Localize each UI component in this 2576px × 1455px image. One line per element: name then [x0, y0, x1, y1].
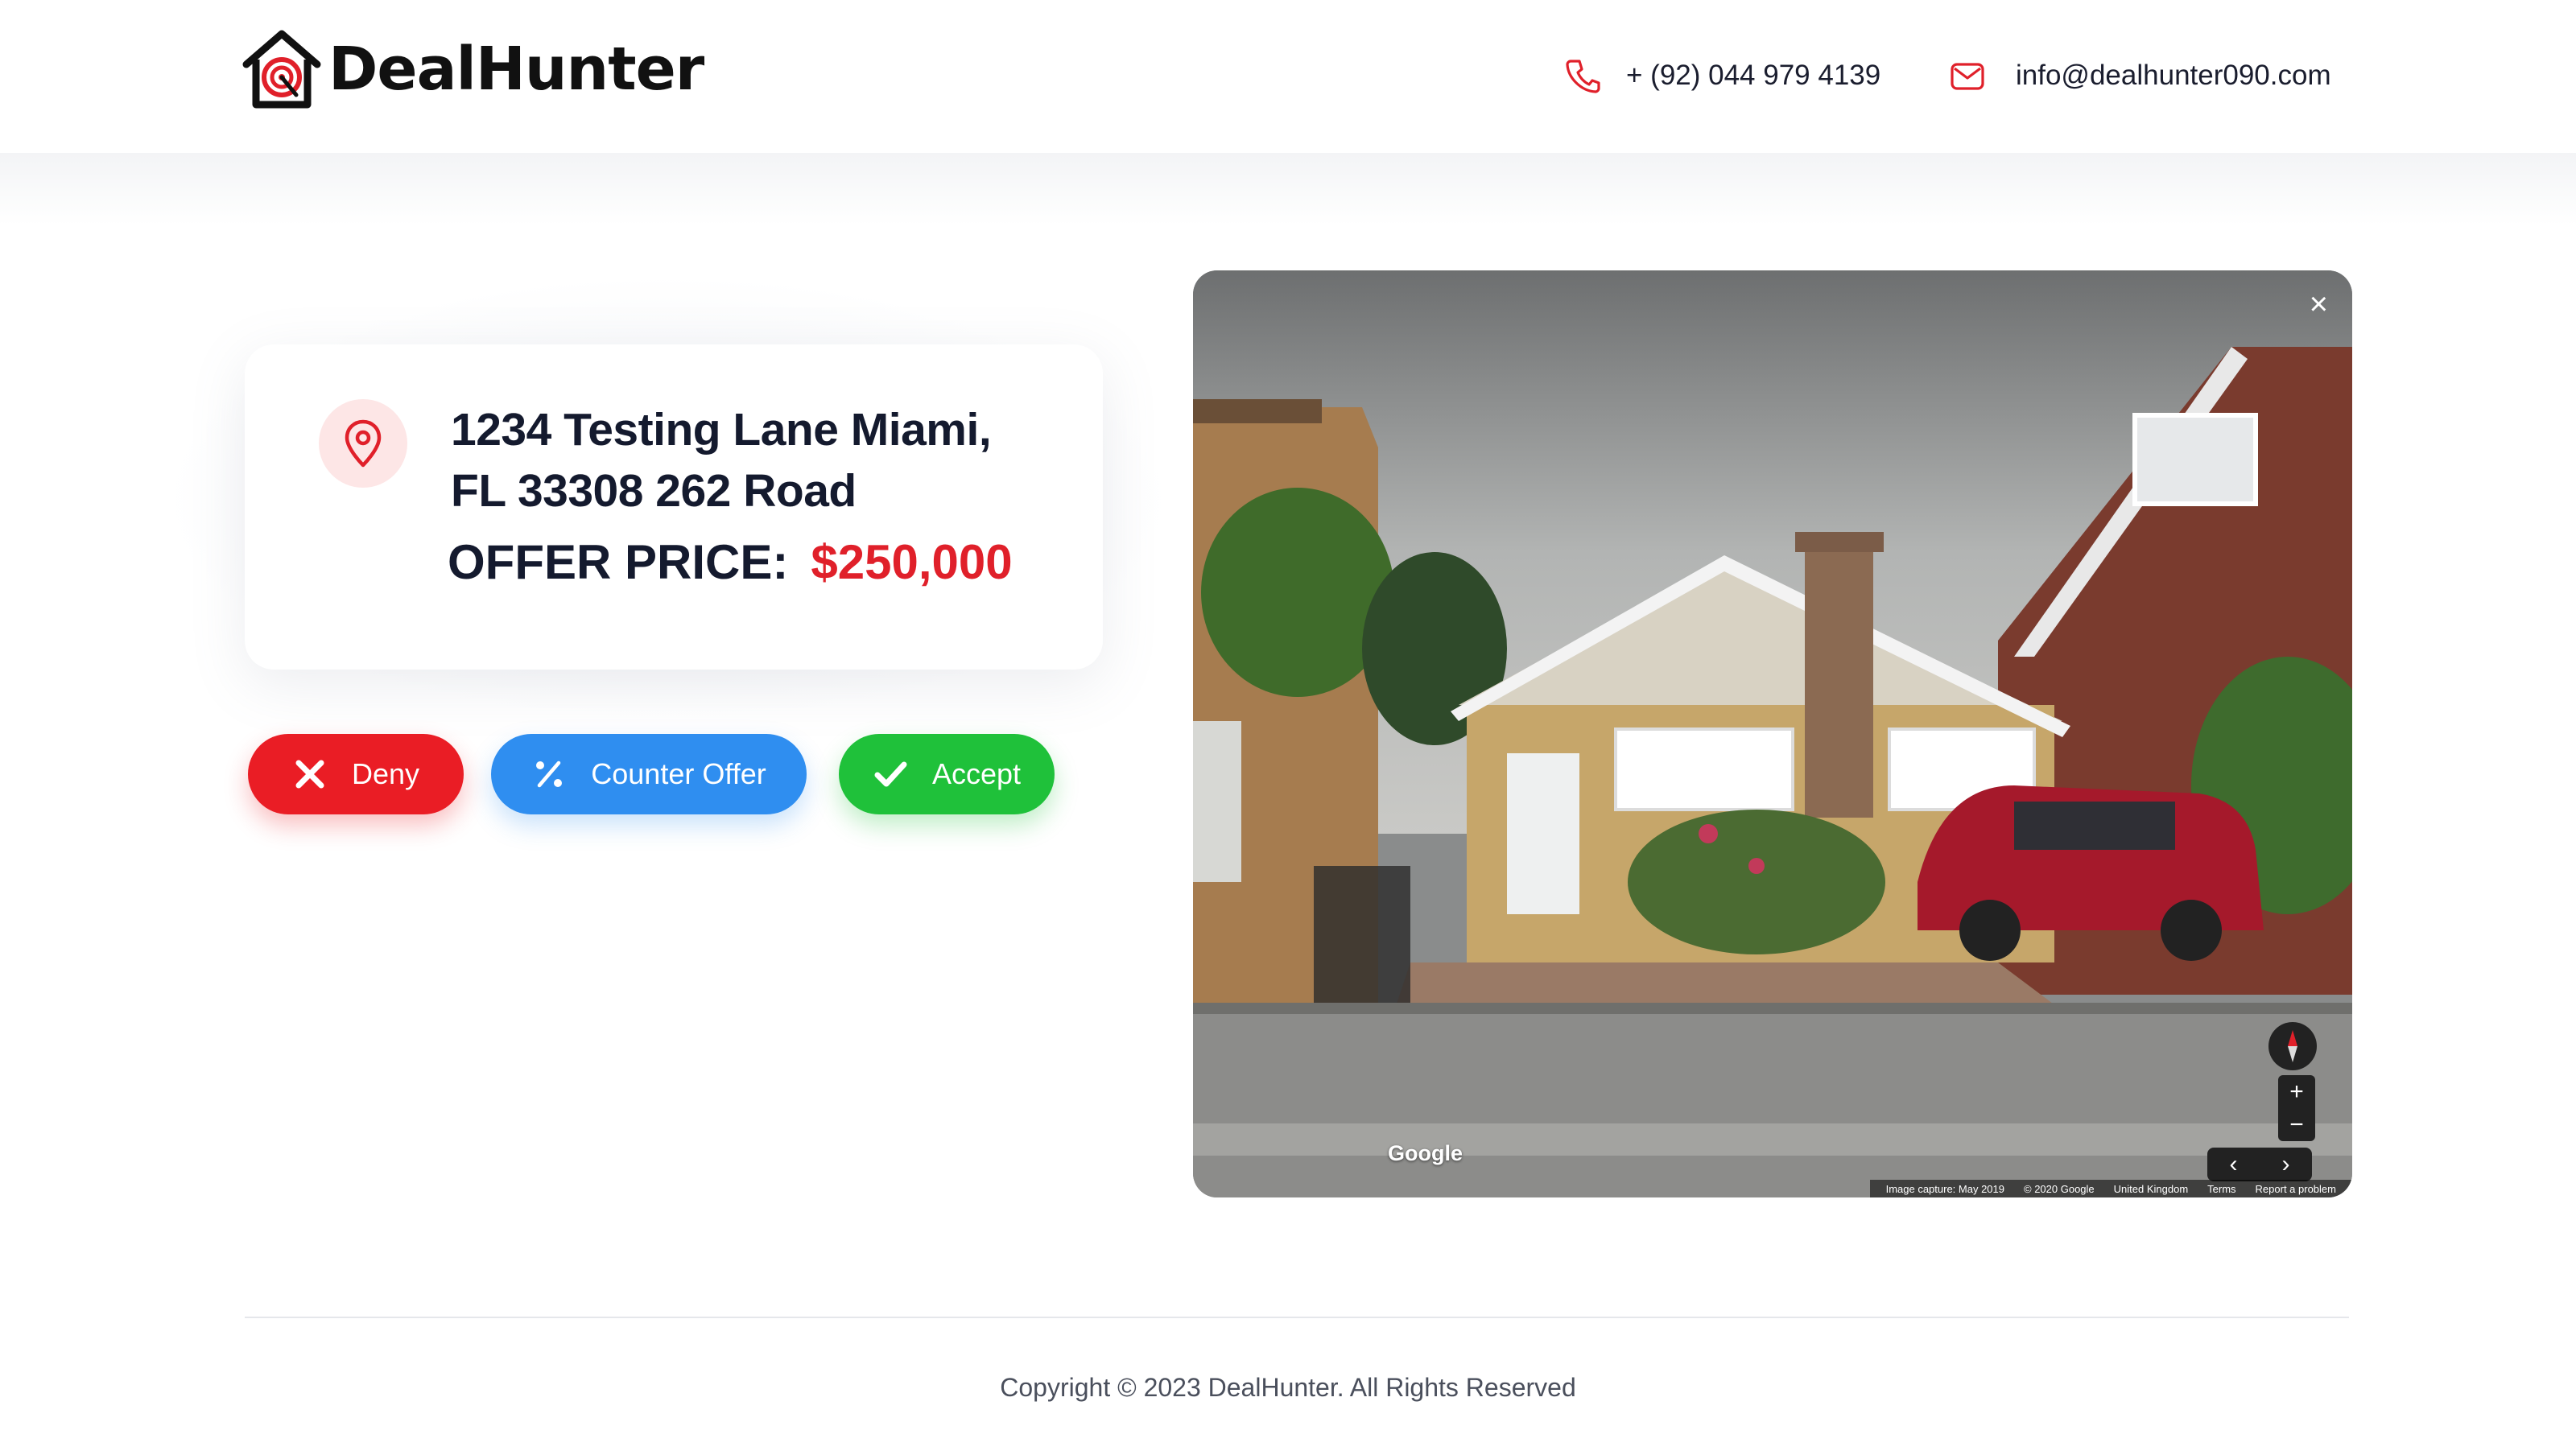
compass-needle-icon — [2288, 1030, 2297, 1062]
percent-icon — [536, 760, 563, 788]
street-view-panel[interactable]: × Google + − ‹ › Image capture: May 2019… — [1193, 270, 2352, 1197]
nav-prev-button[interactable]: ‹ — [2230, 1151, 2238, 1178]
zoom-in-button[interactable]: + — [2278, 1075, 2315, 1108]
property-address: 1234 Testing Lane Miami, FL 33308 262 Ro… — [451, 399, 1030, 521]
terms-link[interactable]: Terms — [2207, 1183, 2235, 1195]
counter-offer-label: Counter Offer — [591, 757, 766, 790]
accept-label: Accept — [931, 757, 1022, 790]
nav-next-button[interactable]: › — [2282, 1151, 2290, 1178]
map-pin-icon — [345, 419, 382, 468]
report-problem-link[interactable]: Report a problem — [2256, 1183, 2336, 1195]
deny-button[interactable]: Deny — [248, 734, 464, 814]
footer-divider — [245, 1317, 2349, 1318]
phone-icon — [1566, 60, 1600, 93]
x-icon — [295, 760, 324, 789]
zoom-control: + − — [2278, 1075, 2315, 1141]
map-region: United Kingdom — [2113, 1182, 2189, 1195]
logo[interactable]: DealHunter — [238, 27, 704, 111]
copyright-text: Copyright © 2023 DealHunter. All Rights … — [1000, 1373, 1576, 1402]
logo-text: DealHunter — [328, 35, 704, 104]
deny-label: Deny — [351, 757, 420, 790]
contact-email[interactable]: info@dealhunter090.com — [1948, 56, 2331, 95]
address-line-1: 1234 Testing Lane Miami, — [451, 404, 992, 455]
street-view-nav: ‹ › — [2207, 1148, 2312, 1181]
envelope-icon — [1951, 63, 1984, 90]
street-view-image — [1193, 270, 2352, 1197]
header-shadow — [0, 153, 2576, 225]
map-copyright: © 2020 Google — [2024, 1182, 2095, 1195]
contact-phone[interactable]: + (92) 044 979 4139 — [1563, 56, 1880, 95]
image-capture-date: Image capture: May 2019 — [1885, 1182, 2004, 1195]
offer-price-label: OFFER PRICE: — [448, 535, 789, 589]
google-watermark: Google — [1388, 1141, 1463, 1165]
street-view-close-button[interactable]: × — [2310, 286, 2328, 323]
phone-number: + (92) 044 979 4139 — [1626, 60, 1881, 91]
compass-icon[interactable] — [2268, 1022, 2317, 1070]
counter-offer-button[interactable]: Counter Offer — [491, 734, 807, 814]
site-header: DealHunter + (92) 044 979 4139 info@deal… — [0, 0, 2576, 158]
offer-price-row: OFFER PRICE: $250,000 — [448, 534, 1013, 590]
street-view-footer: Image capture: May 2019 © 2020 Google Un… — [1869, 1180, 2352, 1197]
property-card: 1234 Testing Lane Miami, FL 33308 262 Ro… — [245, 344, 1103, 670]
email-address: info@dealhunter090.com — [2016, 60, 2331, 91]
house-target-icon — [242, 30, 321, 109]
address-line-2: FL 33308 262 Road — [451, 465, 857, 517]
zoom-out-button[interactable]: − — [2278, 1108, 2315, 1141]
accept-button[interactable]: Accept — [839, 734, 1055, 814]
check-icon — [874, 761, 907, 787]
offer-price-value: $250,000 — [811, 535, 1013, 589]
location-badge — [319, 399, 407, 488]
